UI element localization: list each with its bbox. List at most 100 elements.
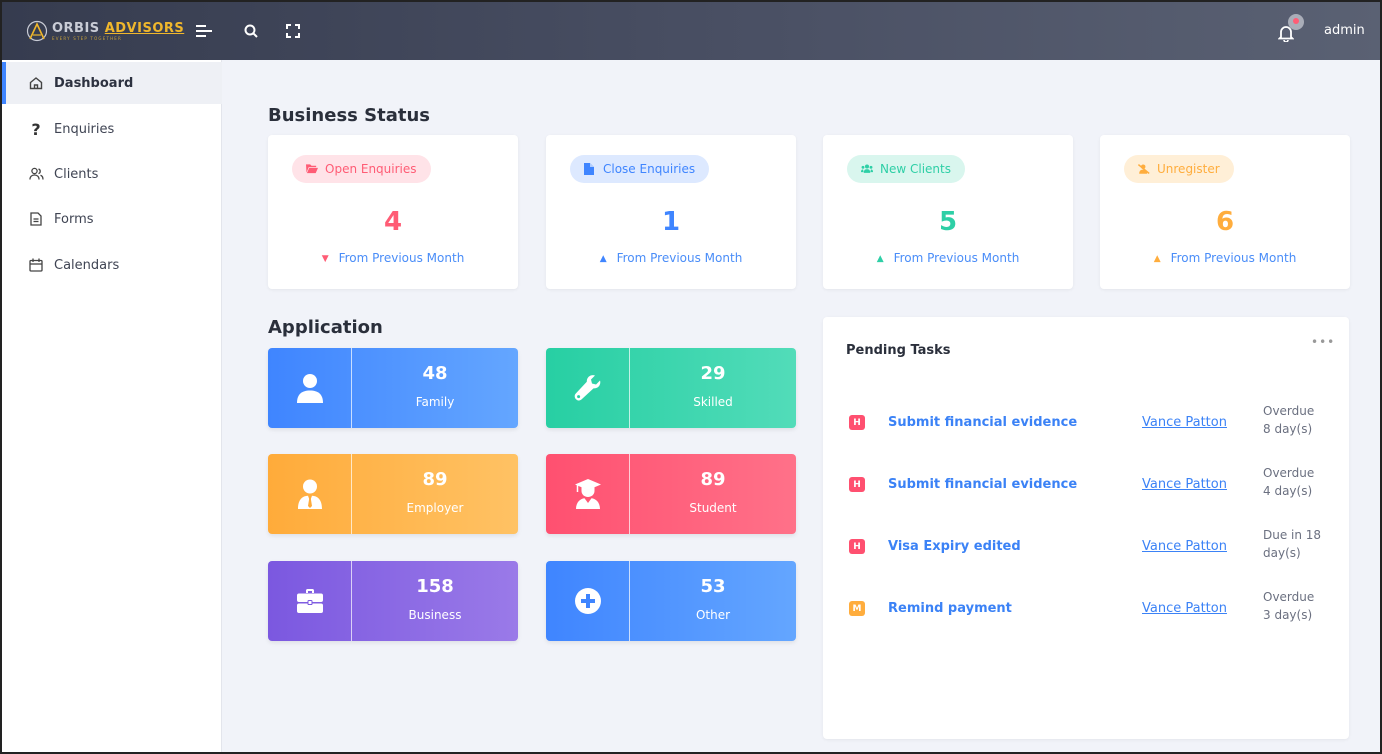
sidebar-item-enquiries[interactable]: ? Enquiries [2, 108, 222, 150]
user-icon [268, 348, 352, 428]
status-trend: ▲ From Previous Month [1100, 251, 1350, 265]
status-card-close-enquiries[interactable]: Close Enquiries 1 ▲ From Previous Month [546, 135, 796, 289]
sidebar-item-forms[interactable]: Forms [2, 198, 222, 240]
sidebar-item-dashboard[interactable]: Dashboard [2, 62, 222, 104]
menu-toggle-icon[interactable] [195, 22, 213, 40]
task-owner-link[interactable]: Vance Patton [1142, 539, 1227, 554]
user-menu[interactable]: admin [1324, 23, 1365, 38]
sidebar: Dashboard ? Enquiries Clients Forms Cale… [2, 60, 222, 752]
priority-badge: H [849, 415, 865, 430]
file-icon [584, 163, 596, 175]
task-due-days: 3 day(s) [1263, 608, 1313, 622]
application-count: 53 [700, 576, 726, 597]
status-trend: ▼ From Previous Month [268, 251, 518, 265]
status-trend-label: From Previous Month [338, 251, 465, 265]
sidebar-item-label: Calendars [54, 257, 120, 273]
logo-text-orbis: ORBIS [52, 20, 100, 36]
sidebar-item-calendars[interactable]: Calendars [2, 244, 222, 286]
question-icon: ? [31, 119, 41, 139]
application-label: Skilled [693, 395, 733, 409]
application-count: 158 [416, 576, 454, 597]
status-pill-label: New Clients [880, 162, 951, 176]
task-due-days: day(s) [1263, 546, 1301, 560]
caret-up-icon: ▲ [599, 254, 607, 264]
sidebar-item-clients[interactable]: Clients [2, 153, 222, 195]
caret-up-icon: ▲ [876, 254, 884, 264]
task-due-status: Overdue [1263, 404, 1315, 418]
status-card-new-clients[interactable]: New Clients 5 ▲ From Previous Month [823, 135, 1073, 289]
application-label: Employer [406, 501, 464, 515]
status-pill-label: Close Enquiries [603, 162, 696, 176]
task-owner-link[interactable]: Vance Patton [1142, 477, 1227, 492]
status-pill: Open Enquiries [292, 155, 431, 183]
application-label: Family [415, 395, 455, 409]
pending-tasks-title: Pending Tasks [846, 343, 951, 358]
calendar-icon [28, 257, 44, 273]
task-due-status: Due in 18 [1263, 528, 1322, 542]
application-count: 89 [422, 469, 448, 490]
logo-tagline: EVERY STEP TOGETHER [52, 35, 122, 41]
task-link[interactable]: Submit financial evidence [888, 415, 1077, 430]
status-pill: Close Enquiries [570, 155, 710, 183]
status-pill: New Clients [847, 155, 965, 183]
status-pill: Unregister [1124, 155, 1234, 183]
caret-down-icon: ▼ [321, 254, 329, 264]
task-owner-link[interactable]: Vance Patton [1142, 601, 1227, 616]
sidebar-item-label: Enquiries [54, 121, 115, 137]
plus-circle-icon [546, 561, 630, 641]
application-card-business[interactable]: 158 Business [268, 561, 518, 641]
task-link[interactable]: Visa Expiry edited [888, 539, 1021, 554]
task-row: H Visa Expiry edited Vance Patton Due in 18… [823, 525, 1349, 569]
status-value: 5 [938, 207, 958, 237]
notification-badge [1288, 14, 1304, 30]
sidebar-item-label: Clients [54, 166, 99, 182]
task-due-status: Overdue [1263, 466, 1315, 480]
more-options-button[interactable]: ••• [1311, 335, 1335, 349]
task-link[interactable]: Submit financial evidence [888, 477, 1077, 492]
document-icon [28, 211, 44, 227]
users-icon [28, 166, 44, 182]
status-card-unregister[interactable]: Unregister 6 ▲ From Previous Month [1100, 135, 1350, 289]
business-status-title: Business Status [268, 105, 430, 126]
priority-badge: H [849, 539, 865, 554]
briefcase-icon [268, 561, 352, 641]
application-card-student[interactable]: 89 Student [546, 454, 796, 534]
pending-tasks-panel: Pending Tasks ••• H Submit financial evid… [823, 317, 1349, 739]
task-row: H Submit financial evidence Vance Patton Ov… [823, 401, 1349, 445]
status-card-open-enquiries[interactable]: Open Enquiries 4 ▼ From Previous Month [268, 135, 518, 289]
users-icon [861, 163, 873, 175]
app-frame: ORBIS ADVISORS EVERY STEP TOGETHER admin [0, 0, 1382, 754]
task-link[interactable]: Remind payment [888, 601, 1012, 616]
user-slash-icon [1138, 163, 1150, 175]
application-title: Application [268, 317, 383, 338]
task-row: H Submit financial evidence Vance Patton Ov… [823, 463, 1349, 507]
task-owner-link[interactable]: Vance Patton [1142, 415, 1227, 430]
application-card-family[interactable]: 48 Family [268, 348, 518, 428]
status-trend: ▲ From Previous Month [546, 251, 796, 265]
application-label: Student [689, 501, 737, 515]
status-value: 6 [1215, 207, 1235, 237]
application-label: Business [408, 608, 462, 622]
application-count: 89 [700, 469, 726, 490]
fullscreen-icon[interactable] [284, 22, 302, 40]
application-count: 48 [422, 363, 448, 384]
task-due-days: 8 day(s) [1263, 422, 1313, 436]
status-pill-label: Open Enquiries [325, 162, 417, 176]
folder-open-icon [306, 163, 318, 175]
application-card-employer[interactable]: 89 Employer [268, 454, 518, 534]
status-pill-label: Unregister [1157, 162, 1220, 176]
priority-badge: H [849, 477, 865, 492]
status-trend: ▲ From Previous Month [823, 251, 1073, 265]
top-bar: ORBIS ADVISORS EVERY STEP TOGETHER admin [2, 2, 1380, 60]
brand-logo[interactable]: ORBIS ADVISORS EVERY STEP TOGETHER [26, 16, 184, 46]
application-card-skilled[interactable]: 29 Skilled [546, 348, 796, 428]
status-value: 4 [383, 207, 403, 237]
sidebar-item-label: Forms [54, 211, 94, 227]
sidebar-item-label: Dashboard [54, 75, 134, 91]
task-row: M Remind payment Vance Patton Overdue 3 day(… [823, 587, 1349, 631]
search-icon[interactable] [242, 22, 260, 40]
logo-text-advisors: ADVISORS [104, 20, 185, 36]
application-card-other[interactable]: 53 Other [546, 561, 796, 641]
priority-badge: M [849, 601, 865, 616]
notifications-button[interactable] [1277, 14, 1304, 44]
